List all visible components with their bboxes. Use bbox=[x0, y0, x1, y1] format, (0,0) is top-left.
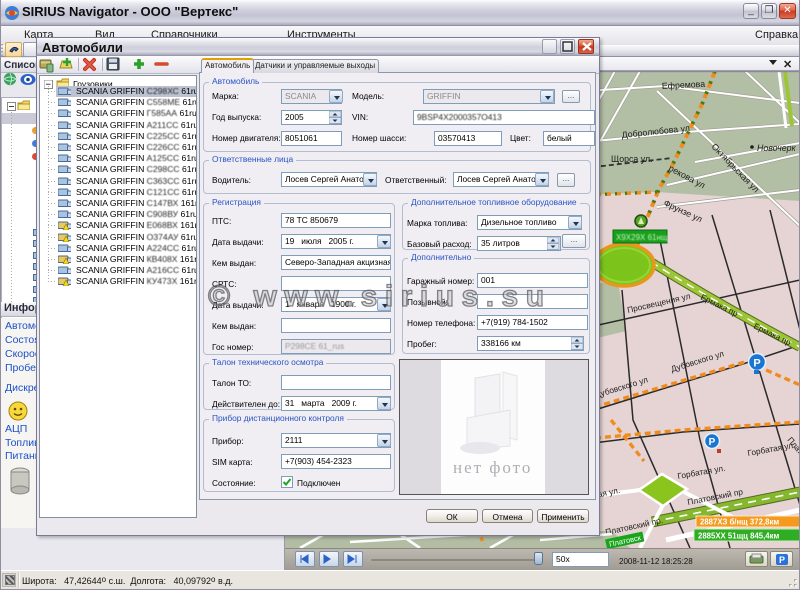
svg-text:P: P bbox=[753, 358, 760, 370]
svg-text:P: P bbox=[779, 555, 785, 565]
svg-text:2885ХХ 51щц 845,4км: 2885ХХ 51щц 845,4км bbox=[698, 532, 780, 541]
svg-text:P: P bbox=[709, 437, 716, 448]
svg-text:Щорса ул.: Щорса ул. bbox=[611, 154, 653, 164]
svg-text:2887ХЗ б/нщ 372,8км: 2887ХЗ б/нщ 372,8км bbox=[700, 518, 779, 527]
svg-text:Новочерк: Новочерк bbox=[757, 143, 796, 153]
svg-text:Х9Х29Х 61нщ: Х9Х29Х 61нщ bbox=[616, 233, 668, 242]
